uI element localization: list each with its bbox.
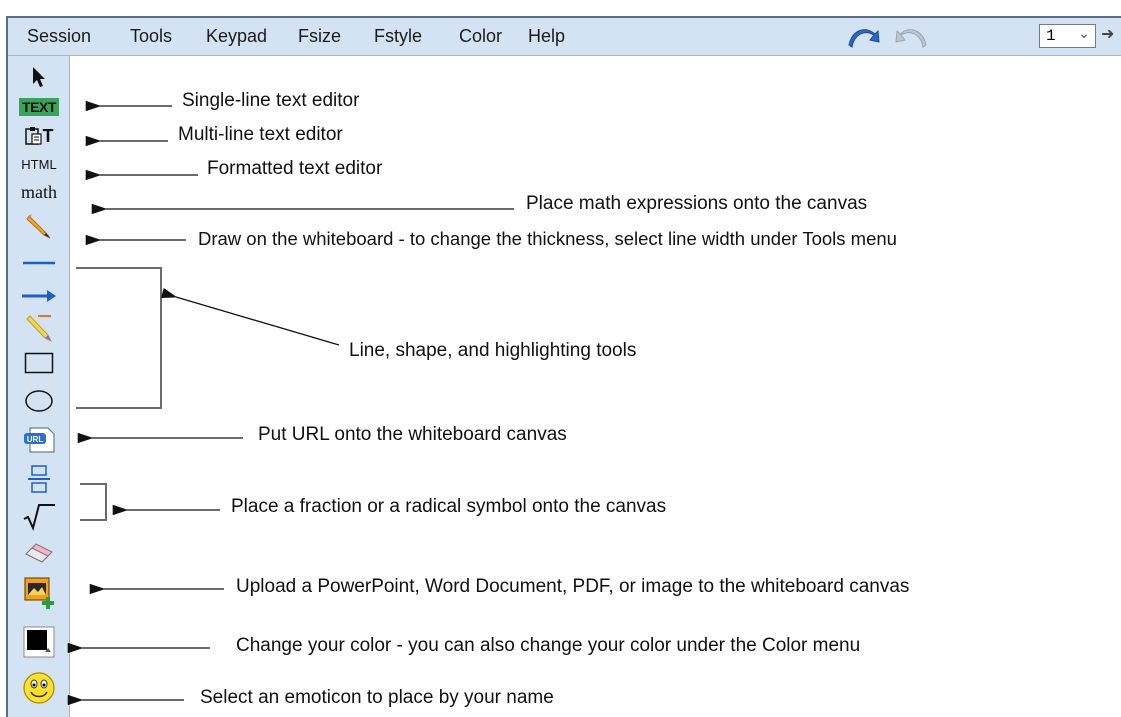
bracket-line-shape <box>76 267 162 409</box>
note-draw: Draw on the whiteboard - to change the t… <box>198 228 897 249</box>
note-math: Place math expressions onto the canvas <box>526 193 868 214</box>
note-single-line: Single-line text editor <box>182 90 360 111</box>
bracket-fraction <box>80 483 107 521</box>
note-line-shape: Line, shape, and highlighting tools <box>349 340 637 361</box>
note-upload: Upload a PowerPoint, Word Document, PDF,… <box>236 576 910 597</box>
note-fraction: Place a fraction or a radical symbol ont… <box>231 496 667 517</box>
note-multi-line: Multi-line text editor <box>178 124 343 145</box>
note-url: Put URL onto the whiteboard canvas <box>258 424 567 445</box>
note-color: Change your color - you can also change … <box>236 635 861 656</box>
note-emoticon: Select an emoticon to place by your name <box>200 687 554 708</box>
arrow-line-shape <box>160 287 340 346</box>
note-formatted: Formatted text editor <box>207 158 383 179</box>
